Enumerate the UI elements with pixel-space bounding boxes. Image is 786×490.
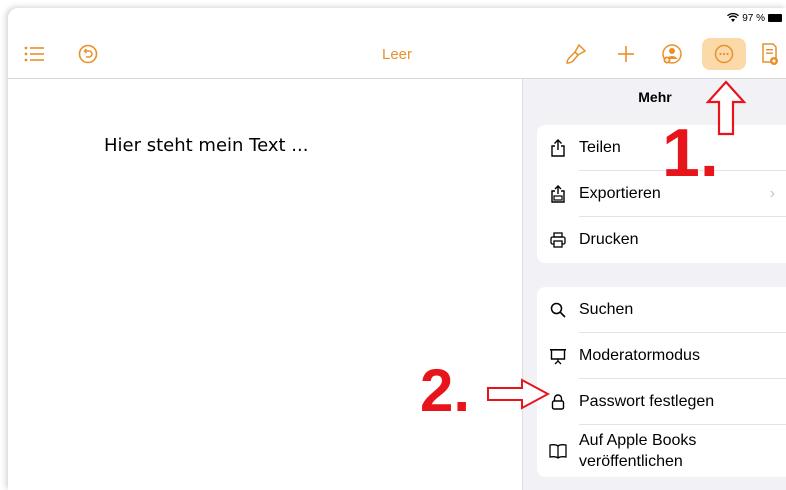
search-icon xyxy=(550,302,566,318)
export-icon xyxy=(551,185,565,203)
document-view-icon[interactable] xyxy=(756,40,784,68)
publish-label-line1: Auf Apple Books xyxy=(579,432,697,449)
status-bar: 97 % xyxy=(727,10,782,26)
toolbar: Leer xyxy=(8,30,786,79)
book-icon xyxy=(549,444,567,459)
share-icon xyxy=(551,139,565,157)
more-button[interactable] xyxy=(702,38,746,70)
menu-item-print[interactable]: Drucken xyxy=(537,217,786,263)
presenter-icon xyxy=(550,349,566,365)
app-window: 97 % Leer Hier steht mein Text ... Mehr … xyxy=(8,8,786,490)
publish-label-line2: veröffentlichen xyxy=(579,453,683,470)
battery-percent: 97 % xyxy=(742,12,765,24)
menu-item-publish-apple-books[interactable]: Auf Apple Books veröffentlichen xyxy=(537,425,786,477)
annotation-step-1: 1. xyxy=(662,115,719,191)
menu-item-search[interactable]: Suchen xyxy=(537,287,786,333)
wifi-icon xyxy=(727,13,740,22)
menu-item-presenter-mode[interactable]: Moderatormodus xyxy=(537,333,786,379)
lock-icon xyxy=(551,394,565,410)
document-text[interactable]: Hier steht mein Text ... xyxy=(104,135,308,156)
more-popover: Mehr Teilen Exportieren › Drucken Suchen… xyxy=(522,79,786,490)
more-icon xyxy=(714,44,734,64)
annotation-step-2: 2. xyxy=(420,357,471,424)
collaborate-icon[interactable] xyxy=(658,40,686,68)
document-canvas[interactable]: Hier steht mein Text ... xyxy=(8,79,522,490)
menu-item-set-password[interactable]: Passwort festlegen xyxy=(537,379,786,425)
paintbrush-icon[interactable] xyxy=(562,40,590,68)
battery-icon xyxy=(768,14,782,22)
add-icon[interactable] xyxy=(612,40,640,68)
menu-group-2: Suchen Moderatormodus Passwort festlegen xyxy=(537,287,786,477)
chevron-right-icon: › xyxy=(769,185,775,202)
annotation-arrow-right xyxy=(487,378,550,410)
print-icon xyxy=(550,232,566,248)
